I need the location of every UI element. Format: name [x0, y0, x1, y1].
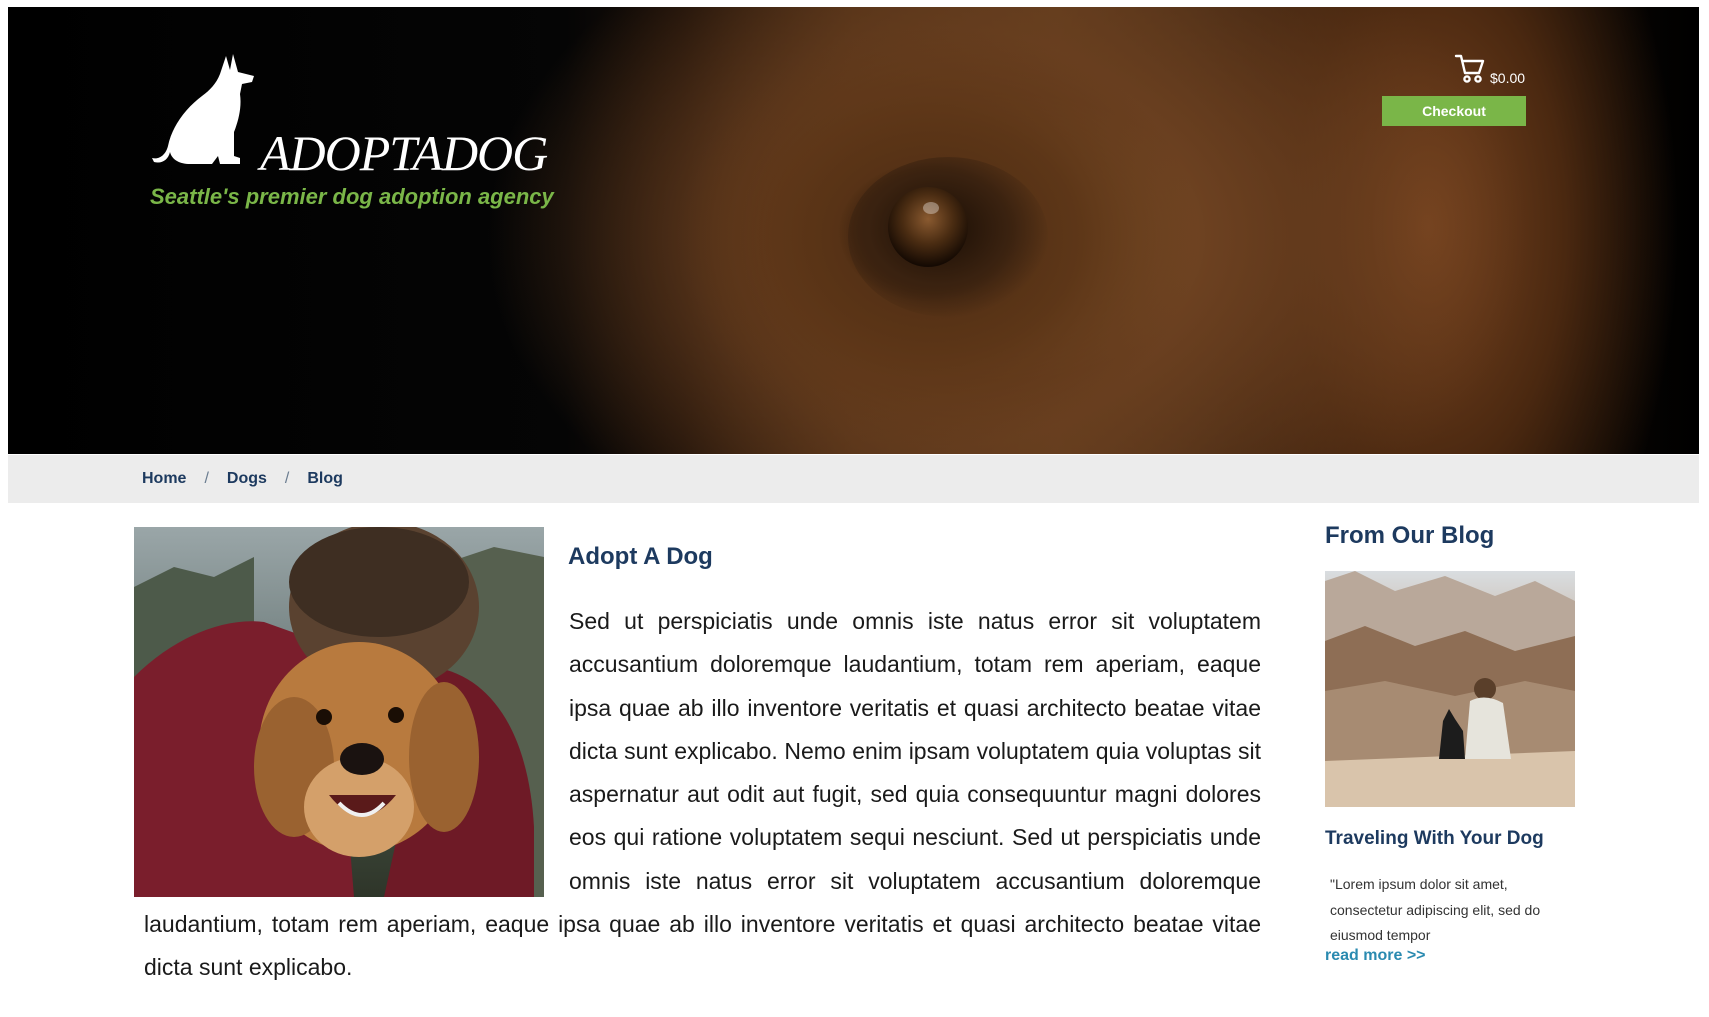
cart-total: $0.00 [1490, 70, 1526, 86]
blog-post-excerpt: "Lorem ipsum dolor sit amet, consectetur… [1330, 876, 1541, 943]
photo-float-spacer [144, 600, 569, 902]
blog-post-thumbnail[interactable] [1325, 571, 1575, 807]
breadcrumb-blog[interactable]: Blog [307, 470, 343, 488]
blog-photo-illustration [1325, 571, 1575, 807]
breadcrumb-home[interactable]: Home [142, 470, 186, 488]
checkout-button[interactable]: Checkout [1382, 96, 1526, 126]
hero-dog-eye [888, 187, 968, 267]
dog-silhouette-logo-icon [152, 54, 254, 164]
shopping-cart-icon[interactable] [1454, 53, 1486, 85]
tagline: Seattle's premier dog adoption agency [150, 184, 554, 209]
read-more-link[interactable]: read more >> [1325, 947, 1426, 965]
breadcrumb-separator: / [284, 470, 290, 487]
logo-wordmark: ADOPTADOG [260, 125, 548, 181]
breadcrumb-separator: / [204, 470, 209, 487]
breadcrumb-dogs[interactable]: Dogs [227, 470, 267, 488]
article-body: Sed ut perspiciatis unde omnis iste natu… [144, 600, 1261, 990]
blog-post-title[interactable]: Traveling With Your Dog [1325, 828, 1544, 850]
sidebar-heading: From Our Blog [1325, 522, 1495, 549]
breadcrumb: Home / Dogs / Blog [142, 470, 343, 488]
hero-eye-glint [923, 202, 939, 214]
article-title: Adopt A Dog [568, 543, 713, 570]
